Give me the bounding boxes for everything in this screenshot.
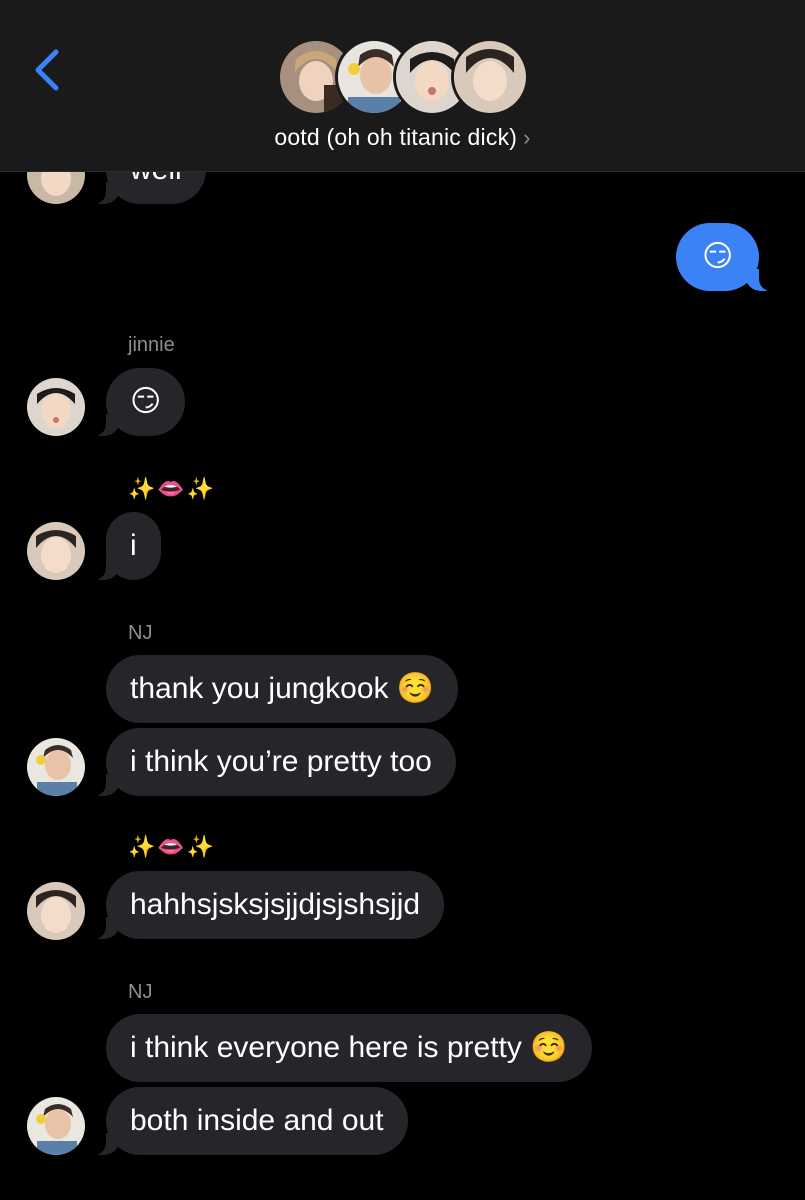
back-button[interactable] (30, 46, 66, 94)
conversation-header: ootd (oh oh titanic dick) › (0, 0, 805, 172)
avatar-nj[interactable] (27, 1097, 85, 1155)
avatar-jungkook[interactable] (27, 522, 85, 580)
message-bubble[interactable]: 😏 (87, 368, 186, 436)
avatar-jinnie[interactable] (27, 378, 85, 436)
group-avatar-stack[interactable] (277, 38, 529, 116)
sender-name-nj: NJ (128, 981, 153, 1003)
sender-name-jungkook: ✨👄✨ (128, 476, 217, 501)
avatar-nj[interactable] (27, 738, 85, 796)
message-bubble[interactable]: thank you jungkook ☺️ (106, 655, 459, 723)
message-bubble[interactable]: i think you’re pretty too (88, 728, 456, 796)
message-bubble[interactable]: hahhsjsksjsjjdjsjshsjjd (87, 871, 445, 939)
avatar-jungkook[interactable] (27, 882, 85, 940)
group-name: ootd (oh oh titanic dick) (274, 124, 518, 150)
group-avatar (451, 38, 529, 116)
sent-message-bubble[interactable]: 😏 (676, 223, 778, 291)
chevron-left-icon (35, 49, 59, 91)
group-title[interactable]: ootd (oh oh titanic dick) › (0, 124, 805, 151)
chevron-right-icon: › (523, 125, 531, 150)
message-bubble[interactable]: both inside and out (88, 1087, 408, 1155)
message-bubble[interactable]: i (88, 512, 161, 580)
message-bubble[interactable]: i think everyone here is pretty ☺️ (106, 1014, 592, 1082)
sender-name-nj: NJ (128, 622, 153, 644)
sender-name-jinnie: jinnie (128, 334, 175, 356)
message-thread: well 😏 jinnie 😏 ✨👄✨ i NJ thank you jungk… (0, 0, 805, 1200)
sender-name-jungkook: ✨👄✨ (128, 834, 217, 859)
